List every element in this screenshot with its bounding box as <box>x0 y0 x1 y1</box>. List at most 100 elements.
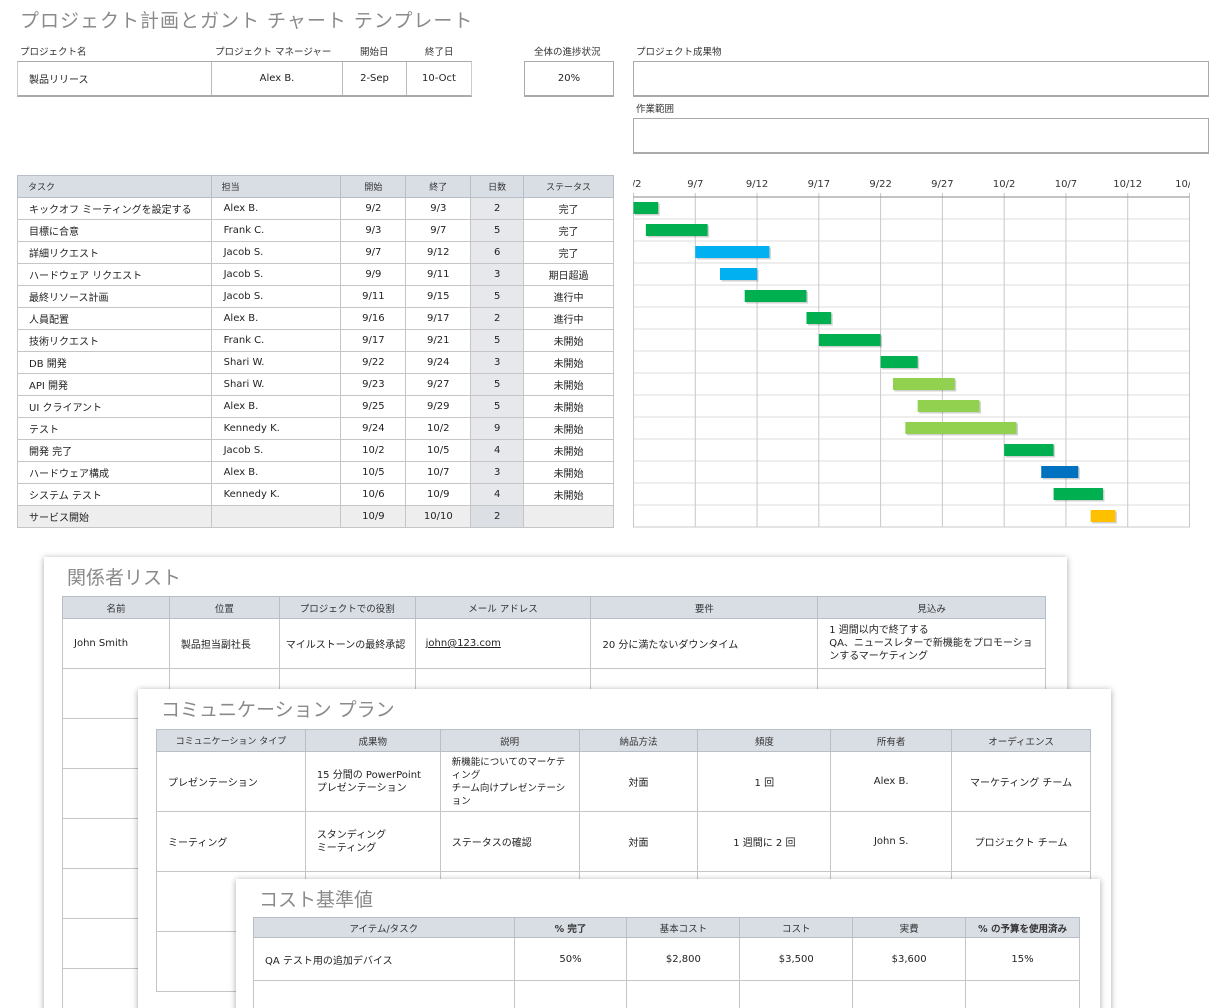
task-days[interactable]: 2 <box>470 505 525 528</box>
task-start[interactable]: 10/5 <box>340 461 407 484</box>
task-name[interactable]: DB 開発 <box>17 351 212 374</box>
task-status[interactable]: 未開始 <box>523 417 614 440</box>
task-owner[interactable]: Frank C. <box>210 219 342 242</box>
task-start[interactable]: 9/25 <box>340 395 407 418</box>
task-end[interactable]: 10/5 <box>405 439 472 462</box>
task-days[interactable]: 5 <box>470 329 525 352</box>
task-end[interactable]: 9/24 <box>405 351 472 374</box>
task-days[interactable]: 2 <box>470 197 525 220</box>
task-end[interactable]: 9/7 <box>405 219 472 242</box>
task-start[interactable]: 10/9 <box>340 505 407 528</box>
task-status[interactable]: 未開始 <box>523 395 614 418</box>
task-name[interactable]: 人員配置 <box>17 307 212 330</box>
start-date-field[interactable]: 2-Sep <box>343 62 407 95</box>
task-owner[interactable]: Kennedy K. <box>210 483 342 506</box>
task-days[interactable]: 5 <box>470 285 525 308</box>
task-status[interactable] <box>523 505 614 528</box>
task-status[interactable]: 完了 <box>523 219 614 242</box>
task-status[interactable]: 未開始 <box>523 439 614 462</box>
task-start[interactable]: 9/17 <box>340 329 407 352</box>
task-owner[interactable]: Shari W. <box>210 351 342 374</box>
task-end[interactable]: 10/2 <box>405 417 472 440</box>
task-start[interactable]: 9/3 <box>340 219 407 242</box>
task-owner[interactable]: Kennedy K. <box>210 417 342 440</box>
deliverables-field[interactable] <box>633 61 1209 97</box>
task-status[interactable]: 完了 <box>523 241 614 264</box>
progress-field[interactable]: 20% <box>524 61 614 97</box>
task-name[interactable]: キックオフ ミーティングを設定する <box>17 197 212 220</box>
email-link[interactable]: john@123.com <box>426 638 501 649</box>
task-status[interactable]: 未開始 <box>523 461 614 484</box>
task-status[interactable]: 未開始 <box>523 483 614 506</box>
task-start[interactable]: 9/24 <box>340 417 407 440</box>
task-start[interactable]: 9/16 <box>340 307 407 330</box>
task-end[interactable]: 10/9 <box>405 483 472 506</box>
task-days[interactable]: 5 <box>470 219 525 242</box>
project-manager-field[interactable]: Alex B. <box>212 62 343 95</box>
task-owner[interactable] <box>210 505 342 528</box>
task-start[interactable]: 9/7 <box>340 241 407 264</box>
task-owner[interactable]: Jacob S. <box>210 241 342 264</box>
task-owner[interactable]: Alex B. <box>210 395 342 418</box>
task-end[interactable]: 10/10 <box>405 505 472 528</box>
task-start[interactable]: 9/23 <box>340 373 407 396</box>
task-days[interactable]: 5 <box>470 395 525 418</box>
task-name[interactable]: テスト <box>17 417 212 440</box>
task-name[interactable]: システム テスト <box>17 483 212 506</box>
task-days[interactable]: 2 <box>470 307 525 330</box>
task-days[interactable]: 4 <box>470 439 525 462</box>
task-days[interactable]: 4 <box>470 483 525 506</box>
task-end[interactable]: 9/29 <box>405 395 472 418</box>
task-name[interactable]: UI クライアント <box>17 395 212 418</box>
task-end[interactable]: 9/11 <box>405 263 472 286</box>
end-date-field[interactable]: 10-Oct <box>407 62 471 95</box>
task-status[interactable]: 完了 <box>523 197 614 220</box>
task-end[interactable]: 10/7 <box>405 461 472 484</box>
task-end[interactable]: 9/15 <box>405 285 472 308</box>
task-days[interactable]: 9 <box>470 417 525 440</box>
task-end[interactable]: 9/3 <box>405 197 472 220</box>
task-end[interactable]: 9/27 <box>405 373 472 396</box>
task-start[interactable]: 9/2 <box>340 197 407 220</box>
task-status[interactable]: 期日超過 <box>523 263 614 286</box>
task-status[interactable]: 未開始 <box>523 329 614 352</box>
task-name[interactable]: ハードウェア構成 <box>17 461 212 484</box>
task-name[interactable]: 詳細リクエスト <box>17 241 212 264</box>
task-start[interactable]: 9/22 <box>340 351 407 374</box>
task-start[interactable]: 10/6 <box>340 483 407 506</box>
task-owner[interactable]: Frank C. <box>210 329 342 352</box>
task-status[interactable]: 進行中 <box>523 307 614 330</box>
task-name[interactable]: 技術リクエスト <box>17 329 212 352</box>
task-status[interactable]: 未開始 <box>523 373 614 396</box>
task-end[interactable]: 9/12 <box>405 241 472 264</box>
task-name[interactable]: 目標に合意 <box>17 219 212 242</box>
task-days[interactable]: 3 <box>470 351 525 374</box>
task-name[interactable]: 最終リソース計画 <box>17 285 212 308</box>
task-owner[interactable]: Jacob S. <box>210 285 342 308</box>
task-owner[interactable]: Alex B. <box>210 307 342 330</box>
task-end[interactable]: 9/17 <box>405 307 472 330</box>
task-days[interactable]: 5 <box>470 373 525 396</box>
task-start[interactable]: 10/2 <box>340 439 407 462</box>
task-owner[interactable]: Alex B. <box>210 197 342 220</box>
task-start[interactable]: 9/11 <box>340 285 407 308</box>
task-days[interactable]: 3 <box>470 461 525 484</box>
scope-field[interactable] <box>633 118 1209 154</box>
gantt-tick-label: 9/7 <box>687 179 703 190</box>
task-start[interactable]: 9/9 <box>340 263 407 286</box>
task-owner[interactable]: Shari W. <box>210 373 342 396</box>
gantt-bar <box>818 334 881 346</box>
task-days[interactable]: 3 <box>470 263 525 286</box>
task-days[interactable]: 6 <box>470 241 525 264</box>
task-owner[interactable]: Jacob S. <box>210 263 342 286</box>
task-name[interactable]: API 開発 <box>17 373 212 396</box>
task-status[interactable]: 未開始 <box>523 351 614 374</box>
task-status[interactable]: 進行中 <box>523 285 614 308</box>
task-name[interactable]: 開発 完了 <box>17 439 212 462</box>
task-owner[interactable]: Alex B. <box>210 461 342 484</box>
task-owner[interactable]: Jacob S. <box>210 439 342 462</box>
task-end[interactable]: 9/21 <box>405 329 472 352</box>
project-name-field[interactable]: 製品リリース <box>18 62 212 95</box>
task-name[interactable]: サービス開始 <box>17 505 212 528</box>
task-name[interactable]: ハードウェア リクエスト <box>17 263 212 286</box>
